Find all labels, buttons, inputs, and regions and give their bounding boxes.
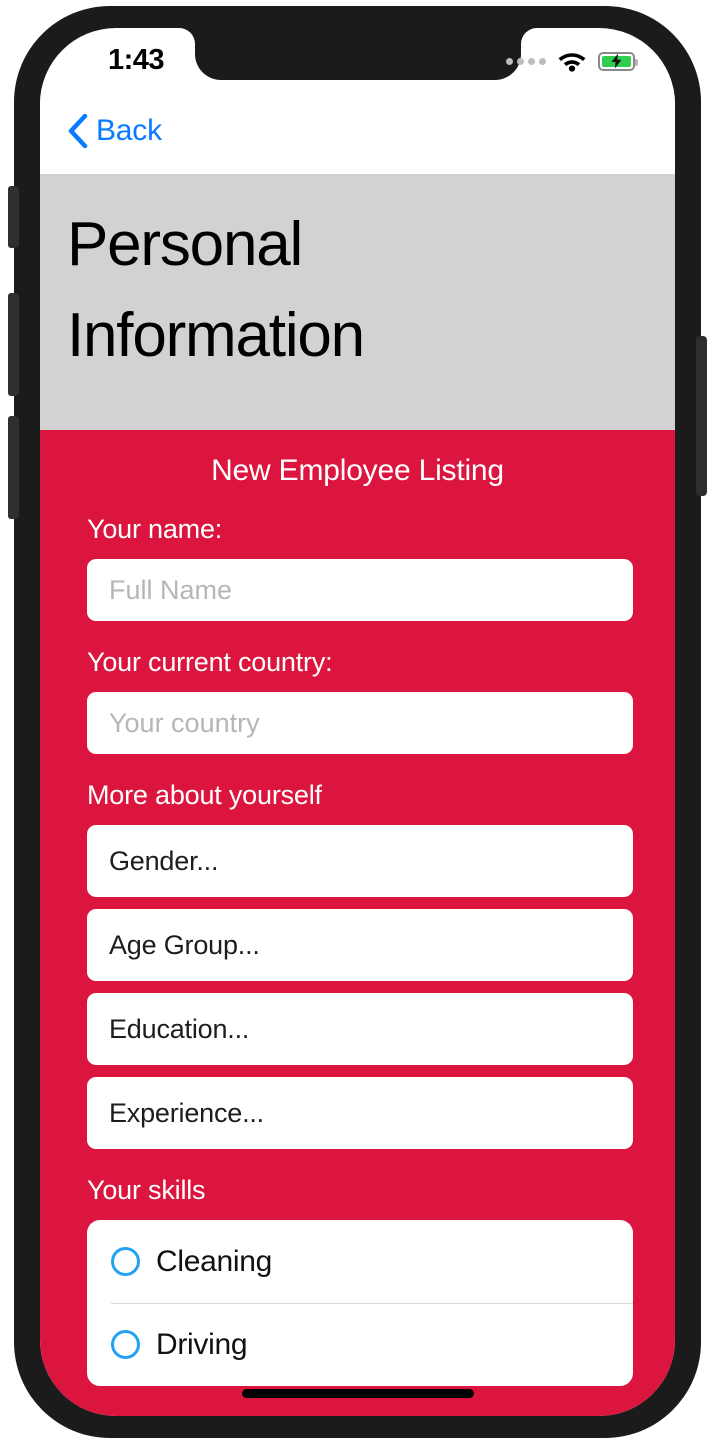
your-skills-heading: Your skills	[87, 1175, 206, 1205]
display-notch	[194, 28, 521, 80]
skill-label: Cleaning	[156, 1244, 273, 1278]
home-indicator[interactable]	[241, 1389, 474, 1398]
skill-label: Driving	[156, 1327, 248, 1361]
name-field-label: Your name:	[87, 514, 223, 544]
status-bar-indicators	[506, 50, 638, 72]
back-button[interactable]: Back	[68, 114, 162, 148]
gender-select[interactable]: Gender...	[87, 825, 633, 897]
phone-screen: 1:43 Back Personal Information New Emplo…	[40, 28, 675, 1416]
status-bar-time: 1:43	[108, 44, 165, 76]
skills-card: Cleaning Driving	[87, 1220, 633, 1386]
education-select[interactable]: Education...	[87, 993, 633, 1065]
radio-unchecked-icon	[111, 1330, 140, 1359]
volume-up-button[interactable]	[8, 293, 19, 396]
education-select-label: Education...	[109, 1013, 250, 1044]
mute-switch-button[interactable]	[8, 186, 19, 248]
age-group-select[interactable]: Age Group...	[87, 909, 633, 981]
form-section: New Employee Listing Your name: Your cur…	[40, 430, 675, 1416]
radio-unchecked-icon	[111, 1247, 140, 1276]
large-title-header: Personal Information	[40, 174, 675, 430]
select-list: Gender... Age Group... Education... Expe…	[40, 825, 675, 1149]
power-button[interactable]	[696, 336, 707, 496]
wifi-icon	[557, 50, 587, 72]
navigation-bar: Back	[40, 88, 675, 174]
country-field-label: Your current country:	[87, 647, 333, 677]
battery-charging-icon	[598, 51, 638, 71]
back-button-label: Back	[96, 114, 162, 147]
country-input[interactable]	[87, 692, 633, 754]
skill-row[interactable]: Cleaning	[87, 1220, 633, 1303]
experience-select[interactable]: Experience...	[87, 1077, 633, 1149]
experience-select-label: Experience...	[109, 1097, 264, 1128]
notch-ear-right	[520, 28, 537, 44]
notch-ear-left	[178, 28, 195, 44]
name-input[interactable]	[87, 559, 633, 621]
page-title: Personal Information	[67, 210, 365, 370]
form-title: New Employee Listing	[211, 454, 504, 487]
phone-device-frame: 1:43 Back Personal Information New Emplo…	[8, 6, 707, 1438]
skill-row[interactable]: Driving	[87, 1303, 633, 1386]
more-about-yourself-heading: More about yourself	[87, 780, 322, 810]
chevron-left-icon	[68, 114, 88, 148]
gender-select-label: Gender...	[109, 845, 219, 876]
volume-down-button[interactable]	[8, 416, 19, 519]
age-group-select-label: Age Group...	[109, 929, 260, 960]
